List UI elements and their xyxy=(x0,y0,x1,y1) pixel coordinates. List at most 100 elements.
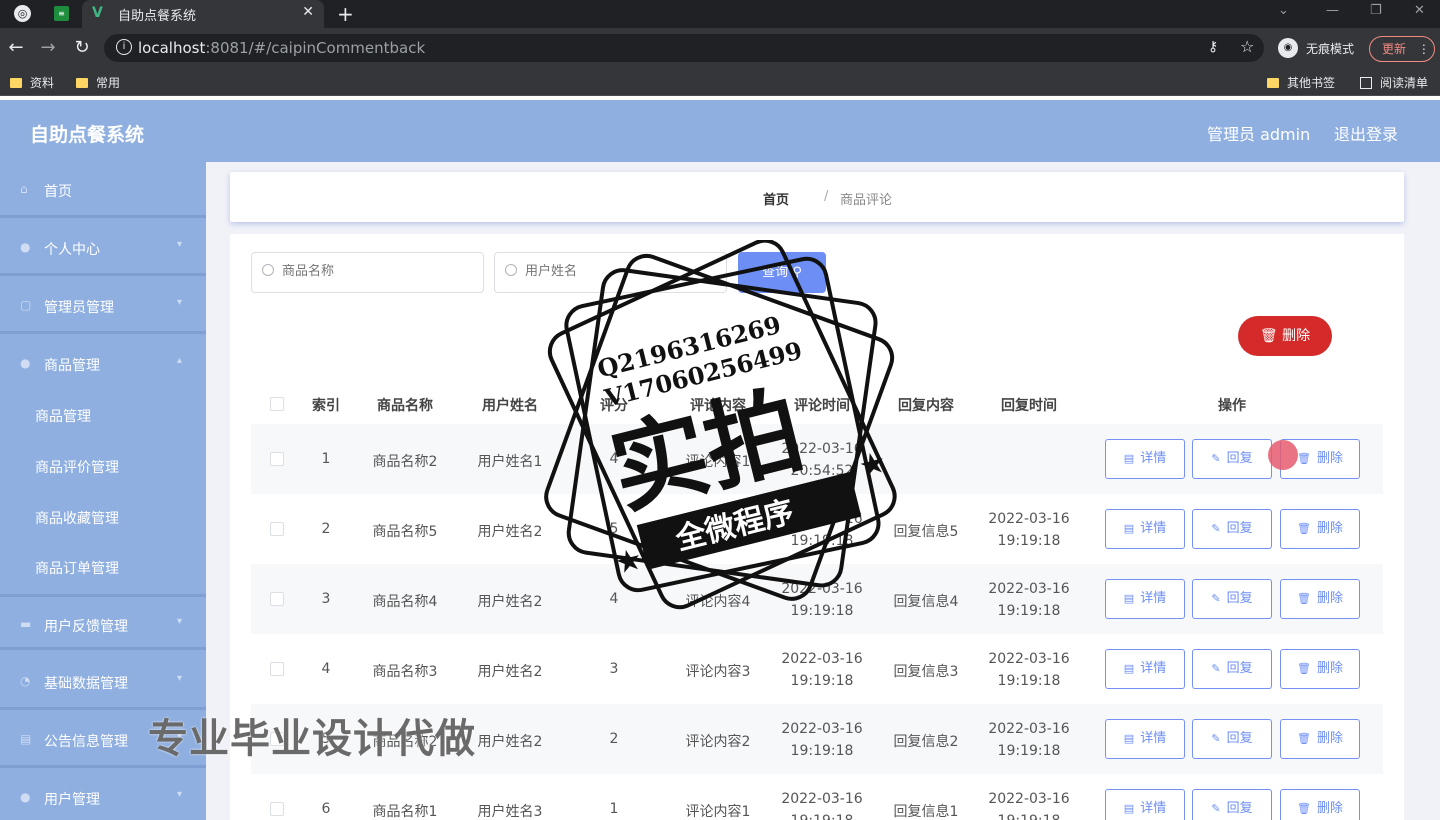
column-header: 商品名称 xyxy=(377,398,433,414)
extension-icon[interactable]: ≡ xyxy=(54,6,69,21)
cell-goods: 商品名称2 xyxy=(372,454,438,470)
new-tab-icon[interactable]: + xyxy=(337,2,354,26)
delete-button[interactable]: 🗑 删除 xyxy=(1280,719,1360,759)
detail-button[interactable]: ▤ 详情 xyxy=(1105,439,1185,479)
chevron-down-icon[interactable]: ⌄ xyxy=(1278,3,1289,18)
breadcrumb-home[interactable]: 首页 xyxy=(763,189,789,208)
address-bar: ← → ↻ i localhost:8081/#/caipinCommentba… xyxy=(0,28,1440,68)
sidebar-subitem-goods-order[interactable]: 商品订单管理 xyxy=(0,542,206,592)
goods-name-field[interactable] xyxy=(282,264,472,279)
reply-button[interactable]: ✎ 回复 xyxy=(1192,719,1272,759)
logout-link[interactable]: 退出登录 xyxy=(1334,121,1398,145)
sidebar-item-basic-data[interactable]: ◔ 基础数据管理 ▾ xyxy=(0,654,206,710)
globe-icon[interactable]: ◎ xyxy=(14,5,31,22)
sidebar-subitem-goods[interactable]: 商品管理 xyxy=(0,390,206,440)
sidebar-subitem-goods-comment[interactable]: 商品评价管理 xyxy=(0,441,206,491)
other-bookmarks[interactable]: 其他书签 xyxy=(1267,74,1335,91)
reply-button[interactable]: ✎ 回复 xyxy=(1192,789,1272,820)
row-checkbox[interactable] xyxy=(270,592,284,606)
trash-icon: 🗑 xyxy=(1297,592,1311,605)
minimize-icon[interactable]: — xyxy=(1326,3,1339,18)
goods-name-input[interactable] xyxy=(251,252,484,293)
reply-button[interactable]: ✎ 回复 xyxy=(1192,649,1272,689)
cell-user: 用户姓名2 xyxy=(477,664,543,680)
select-all-checkbox[interactable] xyxy=(270,397,284,411)
cell-score: 1 xyxy=(609,801,619,817)
detail-button[interactable]: ▤ 详情 xyxy=(1105,509,1185,549)
cell-content: 评论内容2 xyxy=(685,734,751,750)
sidebar-item-admins[interactable]: ▢ 管理员管理 ▾ xyxy=(0,278,206,334)
trash-icon: 🗑 xyxy=(1259,328,1278,344)
url-field[interactable]: i localhost:8081/#/caipinCommentback ⚷ ☆ xyxy=(104,34,1264,62)
cursor-highlight xyxy=(1268,440,1298,470)
detail-button[interactable]: ▤ 详情 xyxy=(1105,789,1185,820)
window-close-icon[interactable]: ✕ xyxy=(1414,3,1425,18)
cell-goods: 商品名称1 xyxy=(372,804,438,820)
forward-icon[interactable]: → xyxy=(38,37,58,58)
detail-button[interactable]: ▤ 详情 xyxy=(1105,649,1185,689)
row-checkbox[interactable] xyxy=(270,802,284,816)
cell-reply-time: 2022-03-1619:19:18 xyxy=(988,721,1070,759)
batch-delete-button[interactable]: 🗑 删除 xyxy=(1238,316,1332,356)
reading-list-icon xyxy=(1360,77,1372,89)
delete-button[interactable]: 🗑 删除 xyxy=(1280,649,1360,689)
sidebar-item-feedback[interactable]: ▬ 用户反馈管理 ▾ xyxy=(0,594,206,650)
notice-icon: ▤ xyxy=(20,732,32,746)
cell-time: 2022-03-1619:19:18 xyxy=(781,721,863,759)
delete-button[interactable]: 🗑 删除 xyxy=(1280,509,1360,549)
column-header: 操作 xyxy=(1218,398,1246,414)
bookmark-folder[interactable]: 资料 xyxy=(10,74,54,91)
incognito-icon[interactable]: ◉ xyxy=(1278,38,1298,58)
row-checkbox[interactable] xyxy=(270,662,284,676)
sidebar-subitem-goods-collect[interactable]: 商品收藏管理 xyxy=(0,492,206,542)
maximize-icon[interactable]: ❐ xyxy=(1370,3,1382,18)
bookmark-folder[interactable]: 常用 xyxy=(76,74,120,91)
reply-button[interactable]: ✎ 回复 xyxy=(1192,439,1272,479)
delete-button[interactable]: 🗑 删除 xyxy=(1280,789,1360,820)
row-checkbox[interactable] xyxy=(270,522,284,536)
document-icon: ▤ xyxy=(1123,522,1135,535)
breadcrumb-separator: / xyxy=(824,189,829,204)
chevron-down-icon: ▾ xyxy=(176,297,182,308)
update-button[interactable]: 更新 ⋮ xyxy=(1369,36,1435,62)
reply-button[interactable]: ✎ 回复 xyxy=(1192,579,1272,619)
app-title: 自助点餐系统 xyxy=(30,124,145,146)
row-checkbox[interactable] xyxy=(270,452,284,466)
info-icon[interactable]: i xyxy=(116,39,132,55)
folder-icon xyxy=(10,78,22,88)
key-icon[interactable]: ⚷ xyxy=(1208,39,1218,55)
close-icon[interactable]: ✕ xyxy=(302,4,314,20)
user-icon: ● xyxy=(20,240,31,254)
delete-button[interactable]: 🗑 删除 xyxy=(1280,579,1360,619)
edit-icon: ✎ xyxy=(1211,452,1221,465)
cell-score: 2 xyxy=(609,731,619,747)
detail-button[interactable]: ▤ 详情 xyxy=(1105,579,1185,619)
back-icon[interactable]: ← xyxy=(6,37,26,58)
reply-button[interactable]: ✎ 回复 xyxy=(1192,509,1272,549)
tab-title: 自助点餐系统 xyxy=(118,9,197,24)
star-icon[interactable]: ☆ xyxy=(1240,37,1254,56)
column-header: 索引 xyxy=(312,398,340,414)
url-text[interactable]: localhost:8081/#/caipinCommentback xyxy=(138,39,425,57)
detail-button[interactable]: ▤ 详情 xyxy=(1105,719,1185,759)
sidebar-item-goods[interactable]: ● 商品管理 ▴ xyxy=(0,336,206,392)
cell-goods: 商品名称5 xyxy=(372,524,438,540)
incognito-label: 无痕模式 xyxy=(1306,42,1355,56)
trash-icon: 🗑 xyxy=(1297,732,1311,745)
sidebar-item-users[interactable]: ● 用户管理 ▾ xyxy=(0,770,206,820)
chevron-down-icon: ▾ xyxy=(176,616,182,627)
cell-index: 2 xyxy=(321,521,331,537)
reading-list[interactable]: 阅读清单 xyxy=(1360,74,1428,91)
sidebar-item-personal[interactable]: ● 个人中心 ▾ xyxy=(0,220,206,276)
trash-icon: 🗑 xyxy=(1297,662,1311,675)
chevron-down-icon: ▾ xyxy=(176,673,182,684)
cell-user: 用户姓名3 xyxy=(477,804,543,820)
edit-icon: ✎ xyxy=(1211,522,1221,535)
user-icon: ● xyxy=(20,790,31,804)
cell-time: 2022-03-1619:19:18 xyxy=(781,791,863,820)
sidebar-item-home[interactable]: ⌂ 首页 xyxy=(0,162,206,218)
admin-icon: ▢ xyxy=(20,298,32,312)
reload-icon[interactable]: ↻ xyxy=(72,37,92,58)
edit-icon: ✎ xyxy=(1211,592,1221,605)
browser-tab[interactable]: V 自助点餐系统 ✕ xyxy=(82,0,324,28)
